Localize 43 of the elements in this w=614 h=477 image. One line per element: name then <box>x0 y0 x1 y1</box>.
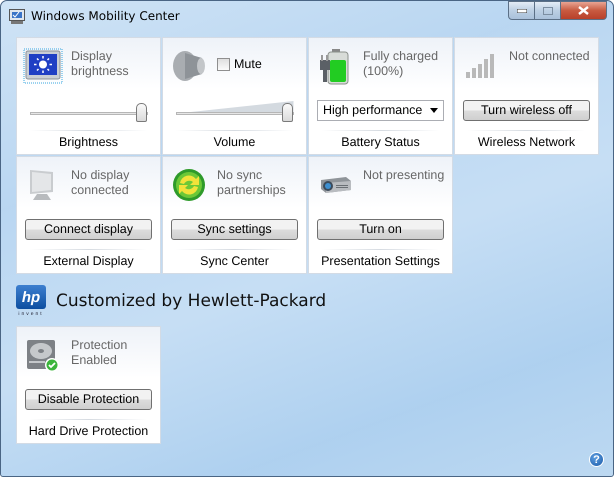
sync-icon <box>172 168 206 202</box>
checkbox[interactable] <box>217 58 230 70</box>
status-text: Protection Enabled <box>71 337 128 368</box>
caret-icon <box>430 108 438 112</box>
tile-title: External Display <box>42 253 135 270</box>
status-text: No display connected <box>71 167 130 198</box>
tile-title: Brightness <box>58 134 120 151</box>
checkbox-label[interactable]: Mute <box>234 57 262 71</box>
window-title: Windows Mobility Center <box>31 9 180 23</box>
close-icon <box>578 6 589 15</box>
slider-thumb[interactable] <box>282 103 292 122</box>
power-plan-dropdown[interactable]: High performance <box>317 100 444 120</box>
volume-slider[interactable] <box>176 99 294 121</box>
slider-thumb[interactable] <box>136 103 146 122</box>
projector-icon <box>318 174 352 196</box>
status-text: Not connected <box>509 48 591 64</box>
minimize-icon <box>516 8 526 12</box>
tile-title: Sync Center <box>199 253 270 270</box>
speaker-icon <box>172 49 206 83</box>
tile-title: Wireless Network <box>476 134 576 151</box>
action-button[interactable]: Disable Protection <box>25 388 152 410</box>
action-button[interactable]: Sync settings <box>171 218 298 240</box>
tile-title: Battery Status <box>340 134 421 151</box>
brightness-icon <box>23 48 63 84</box>
maximize-icon <box>542 6 552 14</box>
signal-bars-icon <box>465 53 497 79</box>
status-text: Not presenting <box>363 167 446 183</box>
logo: hp <box>16 285 46 309</box>
tile-title: Presentation Settings <box>320 253 441 270</box>
tile-title: Volume <box>212 134 256 151</box>
action-button[interactable]: Connect display <box>25 218 152 240</box>
status-text: Fully charged (100%) <box>363 48 440 79</box>
hard-drive-icon <box>25 337 61 373</box>
minimize-button[interactable] <box>508 1 535 20</box>
oem-heading: Customized by Hewlett-Packard <box>56 291 326 311</box>
tile-title: Hard Drive Protection <box>28 423 150 440</box>
action-button[interactable]: Turn wireless off <box>463 100 590 120</box>
status-text: No sync partnerships <box>217 167 287 198</box>
action-button[interactable]: Turn on <box>317 218 444 240</box>
close-button[interactable] <box>561 1 607 20</box>
app-icon <box>9 8 25 24</box>
maximize-button[interactable] <box>535 1 561 20</box>
status-text: Display brightness <box>71 48 130 79</box>
